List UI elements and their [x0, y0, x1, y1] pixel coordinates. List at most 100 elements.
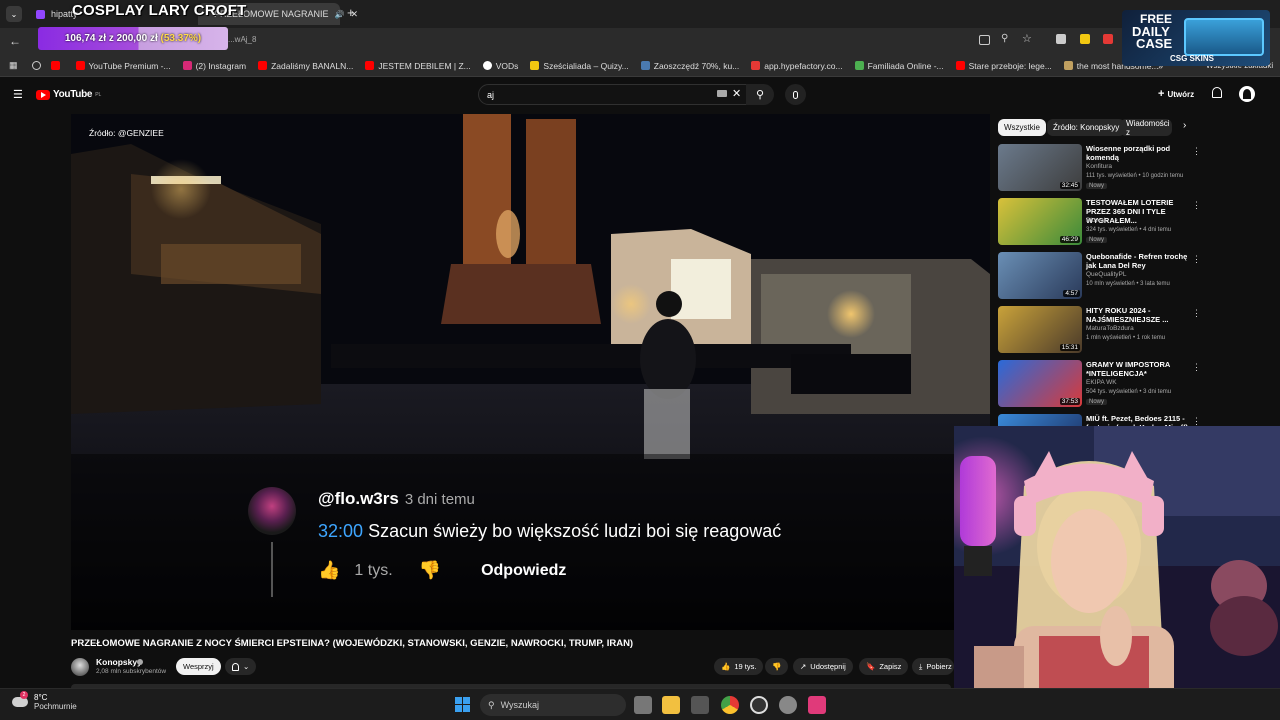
- windows-taskbar: 2 8°C Pochmurnie ⚲ Wyszukaj: [0, 688, 1280, 720]
- extension-red-icon[interactable]: [1103, 34, 1113, 44]
- video-title[interactable]: Wiosenne porządki pod komendą: [1086, 144, 1190, 162]
- like-count: 19 tys.: [734, 662, 757, 671]
- video-meta: 1 mln wyświetleń • 1 rok temu: [1086, 335, 1166, 341]
- bookmark-star-icon[interactable]: ☆: [1022, 32, 1032, 45]
- clear-search-icon[interactable]: ✕: [732, 87, 741, 100]
- more-options-icon[interactable]: ⋮: [1192, 308, 1201, 319]
- bookmark-item[interactable]: Familiada Online -...: [854, 61, 944, 71]
- recommended-video-item[interactable]: 32:45 Wiosenne porządki pod komendą Konfit…: [998, 144, 1203, 192]
- bookmark-item[interactable]: [50, 61, 64, 70]
- steam-icon: [640, 61, 650, 70]
- task-view-icon[interactable]: [634, 696, 652, 714]
- bookmark-item[interactable]: Sześcialiada – Quizy...: [530, 61, 629, 71]
- comment-body: 32:00 Szacun świeży bo większość ludzi b…: [318, 521, 781, 542]
- channel-avatar[interactable]: [71, 658, 89, 676]
- subscribed-bell-button[interactable]: ⌄: [225, 658, 257, 675]
- url-field[interactable]: ...wAj_8: [228, 35, 256, 44]
- notifications-bell-icon[interactable]: [1212, 87, 1222, 98]
- video-meta: 504 tys. wyświetleń • 3 dni temu: [1086, 389, 1172, 395]
- recommended-video-item[interactable]: 37:53 GRAMY W IMPOSTORA *INTELIGENCJA* EKI…: [998, 360, 1203, 408]
- save-button[interactable]: 🔖 Zapisz: [859, 658, 909, 675]
- download-button[interactable]: ⤓ Pobierz: [912, 658, 954, 675]
- video-title[interactable]: GRAMY W IMPOSTORA *INTELIGENCJA*: [1086, 360, 1190, 378]
- install-app-icon[interactable]: [979, 35, 990, 45]
- bookmark-item[interactable]: VODs: [482, 61, 518, 71]
- settings-gear-icon[interactable]: [779, 696, 797, 714]
- recommended-video-item[interactable]: 15:31 HITY ROKU 2024 - NAJŚMIESZNIEJSZE .…: [998, 306, 1203, 354]
- bookmark-item[interactable]: Stare przeboje: lege...: [955, 61, 1052, 71]
- chip-news[interactable]: Wiadomości z: [1120, 119, 1172, 136]
- video-thumbnail[interactable]: 32:45: [998, 144, 1082, 191]
- taskbar-search-input[interactable]: ⚲ Wyszukaj: [480, 694, 626, 716]
- youtube-logo[interactable]: YouTube PL: [36, 89, 101, 100]
- comment-actions: 👍 1 tys. 👎 Odpowiedz: [318, 560, 566, 581]
- chrome-icon[interactable]: [721, 696, 739, 714]
- download-icon: ⤓: [919, 661, 923, 671]
- bookmark-item[interactable]: JESTEM DEBILEM | Z...: [365, 61, 471, 71]
- bookmark-item[interactable]: Zaoszczędź 70%, ku...: [640, 61, 739, 71]
- channel-name[interactable]: Konopskyy: [96, 657, 142, 667]
- recommended-video-item[interactable]: 4:57 Quebonafide - Refren trochę jak Lana…: [998, 252, 1203, 300]
- extension-puzzle-icon[interactable]: [1056, 34, 1066, 44]
- video-thumbnail[interactable]: 37:53: [998, 360, 1082, 407]
- avatar[interactable]: [1239, 86, 1255, 102]
- bookmark-item[interactable]: Zadaliśmy BANALN...: [258, 61, 353, 71]
- search-input[interactable]: aj ✕: [478, 84, 770, 105]
- quiz-icon: [530, 61, 540, 70]
- csgskins-promo-banner: FREE DAILY CASE CSG SKINS: [1122, 10, 1270, 66]
- video-thumbnail[interactable]: 15:31: [998, 306, 1082, 353]
- new-badge: Nowy: [1086, 183, 1108, 189]
- chip-source[interactable]: Źródło: Konopskyy: [1047, 119, 1126, 136]
- video-title[interactable]: Quebonafide - Refren trochę jak Lana Del…: [1086, 252, 1190, 270]
- video-frame-night-square: [71, 114, 990, 630]
- app-icon-active[interactable]: [808, 696, 826, 714]
- thumbs-down-icon: 👎: [418, 560, 442, 580]
- store-icon[interactable]: [691, 696, 709, 714]
- keyboard-icon[interactable]: [717, 90, 727, 97]
- chips-next-chevron-icon[interactable]: ›: [1183, 120, 1186, 131]
- hamburger-menu-icon[interactable]: ☰: [13, 88, 23, 101]
- voice-search-button[interactable]: [785, 84, 806, 105]
- bookmark-item[interactable]: (2) Instagram: [182, 61, 246, 71]
- bookmark-label: YouTube Premium -...: [88, 60, 171, 71]
- recommended-video-item[interactable]: 46:29 TESTOWAŁEM LOTERIE PRZEZ 365 DNI I …: [998, 198, 1203, 246]
- dislike-button[interactable]: 👎: [765, 658, 789, 675]
- weather-widget[interactable]: 2 8°C Pochmurnie: [12, 691, 77, 711]
- youtube-icon: [50, 61, 60, 70]
- back-arrow-icon[interactable]: ←: [9, 34, 21, 48]
- webcam-feed: [954, 426, 1280, 720]
- windows-start-button[interactable]: [455, 697, 470, 712]
- bookmark-item[interactable]: YouTube Premium -...: [75, 60, 171, 71]
- download-label: Pobierz: [926, 662, 952, 671]
- bookmark-settings-icon[interactable]: [31, 61, 41, 70]
- verified-badge-icon: [137, 659, 143, 665]
- more-options-icon[interactable]: ⋮: [1192, 254, 1201, 265]
- tab-list-dropdown-icon[interactable]: ⌄: [6, 6, 22, 22]
- more-options-icon[interactable]: ⋮: [1192, 146, 1201, 157]
- apps-grid-icon[interactable]: ▦: [9, 60, 18, 71]
- audio-icon[interactable]: 🔊: [335, 10, 345, 19]
- support-button[interactable]: Wesprzyj: [176, 658, 221, 675]
- share-button[interactable]: ↗ Udostępnij: [793, 658, 853, 675]
- search-button[interactable]: ⚲: [746, 84, 774, 105]
- chip-all[interactable]: Wszystkie: [998, 119, 1046, 136]
- file-explorer-icon[interactable]: [662, 696, 680, 714]
- new-tab-button[interactable]: +: [347, 5, 355, 20]
- video-thumbnail[interactable]: 46:29: [998, 198, 1082, 245]
- more-options-icon[interactable]: ⋮: [1192, 362, 1201, 373]
- like-button[interactable]: 👍 19 tys.: [714, 658, 764, 675]
- more-options-icon[interactable]: ⋮: [1192, 200, 1201, 211]
- create-label: Utwórz: [1167, 89, 1195, 99]
- cloud-icon: 2: [12, 691, 28, 707]
- zoom-icon[interactable]: ⚲: [1001, 33, 1008, 44]
- extension-yellow-icon[interactable]: [1080, 34, 1090, 44]
- video-thumbnail[interactable]: 4:57: [998, 252, 1082, 299]
- create-button[interactable]: + Utwórz: [1158, 88, 1194, 100]
- comment-reply-label: Odpowiedz: [481, 561, 567, 579]
- cat-icon: [1063, 61, 1073, 70]
- comment-avatar: [248, 487, 296, 535]
- video-player[interactable]: Źródło: @GENZIEE @flo.w3rs 3 dni temu 32…: [71, 114, 990, 630]
- video-title[interactable]: HITY ROKU 2024 - NAJŚMIESZNIEJSZE ...: [1086, 306, 1190, 324]
- bookmark-item[interactable]: app.hypefactory.co...: [751, 61, 843, 71]
- obs-icon[interactable]: [750, 696, 768, 714]
